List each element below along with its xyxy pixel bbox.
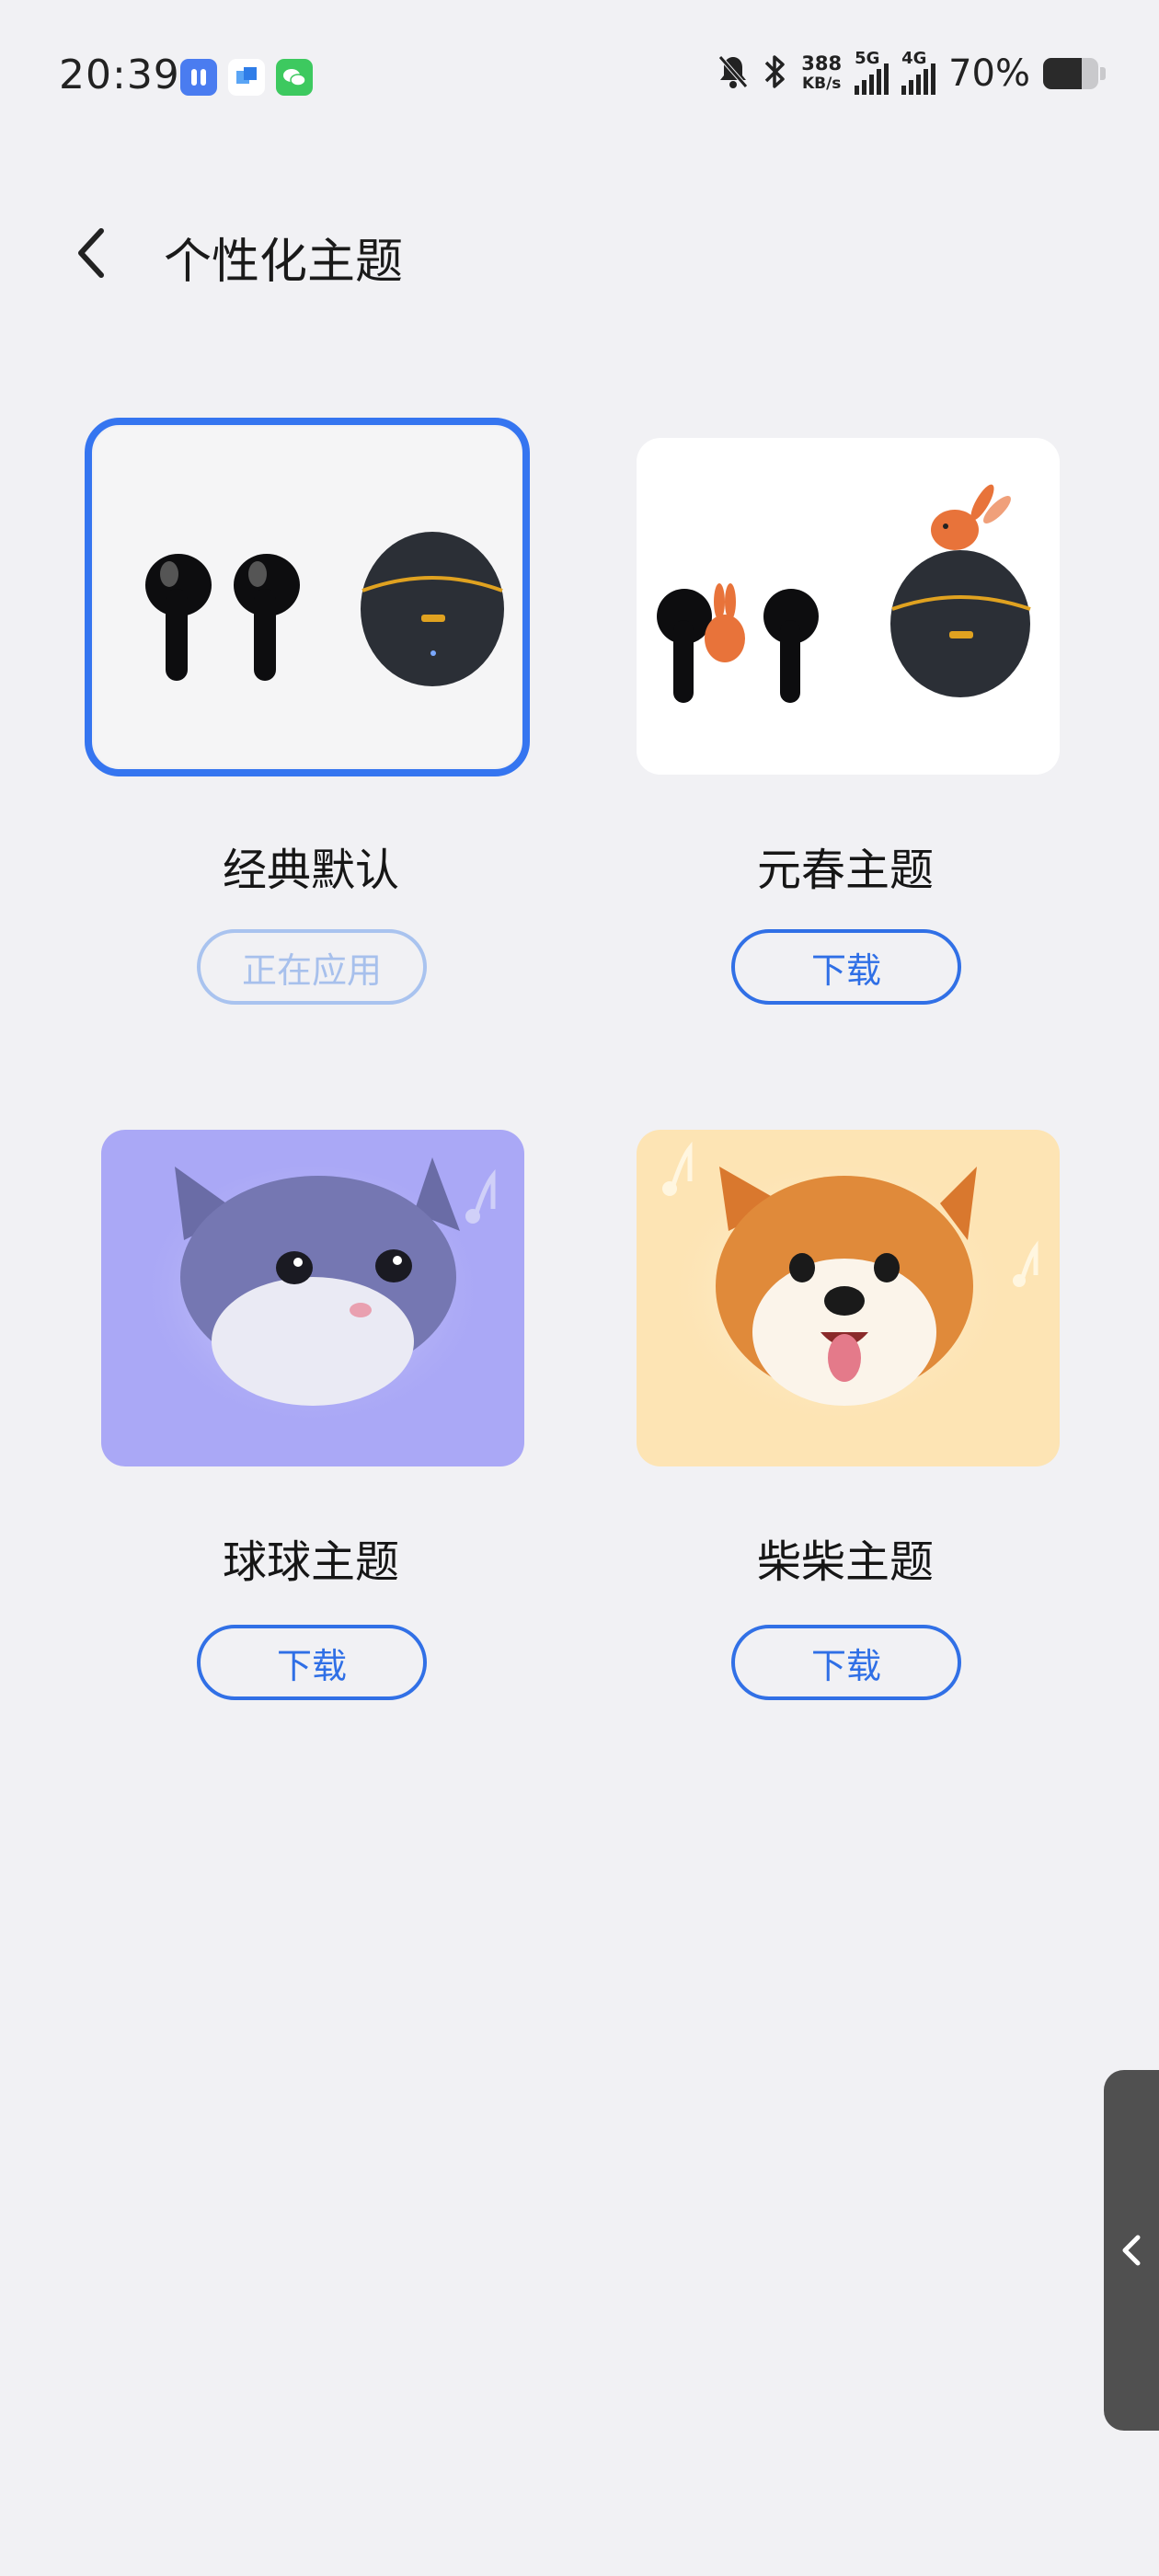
chevron-left-icon bbox=[1122, 2235, 1141, 2266]
battery-fill bbox=[1043, 58, 1082, 89]
theme-thumbnail-qiuqiu[interactable] bbox=[101, 1130, 524, 1466]
page-title: 个性化主题 bbox=[164, 235, 404, 290]
sim1-signal-icon: 5G bbox=[855, 49, 889, 95]
system-status: 388 KB/s 5G 4G 70% bbox=[717, 49, 1106, 96]
files-app-icon bbox=[228, 59, 265, 96]
sim2-label: 4G bbox=[901, 49, 927, 68]
battery-icon bbox=[1043, 58, 1098, 89]
sim2-signal-icon: 4G bbox=[901, 49, 936, 95]
shiba-dog-image bbox=[662, 1141, 1039, 1443]
chevron-left-icon bbox=[78, 228, 104, 278]
edge-panel-handle[interactable] bbox=[1104, 2070, 1159, 2431]
theme-name: 球球主题 bbox=[222, 1536, 399, 1588]
back-button[interactable] bbox=[64, 221, 120, 285]
theme-name: 经典默认 bbox=[222, 845, 399, 896]
theme-name: 元春主题 bbox=[756, 845, 934, 896]
net-speed: 388 KB/s bbox=[801, 53, 842, 94]
clock: 20:39 bbox=[59, 52, 180, 98]
selected-frame bbox=[85, 418, 530, 776]
rabbit-earbuds-image bbox=[657, 484, 1031, 703]
download-button[interactable]: 下载 bbox=[731, 929, 961, 1005]
bluetooth-icon bbox=[763, 52, 788, 96]
earbuds-app-icon bbox=[180, 59, 217, 96]
wechat-icon bbox=[276, 59, 313, 96]
net-speed-value: 388 bbox=[801, 52, 843, 75]
net-speed-unit: KB/s bbox=[801, 75, 842, 93]
status-bar: 20:39 388 KB/s 5G 4G 70% bbox=[0, 0, 1159, 156]
battery-percent: 70% bbox=[948, 52, 1030, 95]
battery-cap bbox=[1100, 67, 1106, 80]
applied-button: 正在应用 bbox=[197, 929, 427, 1005]
cat-image bbox=[138, 1157, 496, 1443]
download-button[interactable]: 下载 bbox=[197, 1625, 427, 1700]
theme-thumbnail-chaichai[interactable] bbox=[637, 1130, 1060, 1466]
theme-thumbnail-wrap[interactable] bbox=[85, 418, 530, 776]
download-button[interactable]: 下载 bbox=[731, 1625, 961, 1700]
sim1-label: 5G bbox=[855, 49, 880, 68]
notification-icons bbox=[180, 59, 313, 96]
theme-name: 柴柴主题 bbox=[756, 1536, 934, 1588]
theme-thumbnail-yuanchun[interactable] bbox=[637, 438, 1060, 775]
bell-muted-icon bbox=[717, 53, 750, 94]
